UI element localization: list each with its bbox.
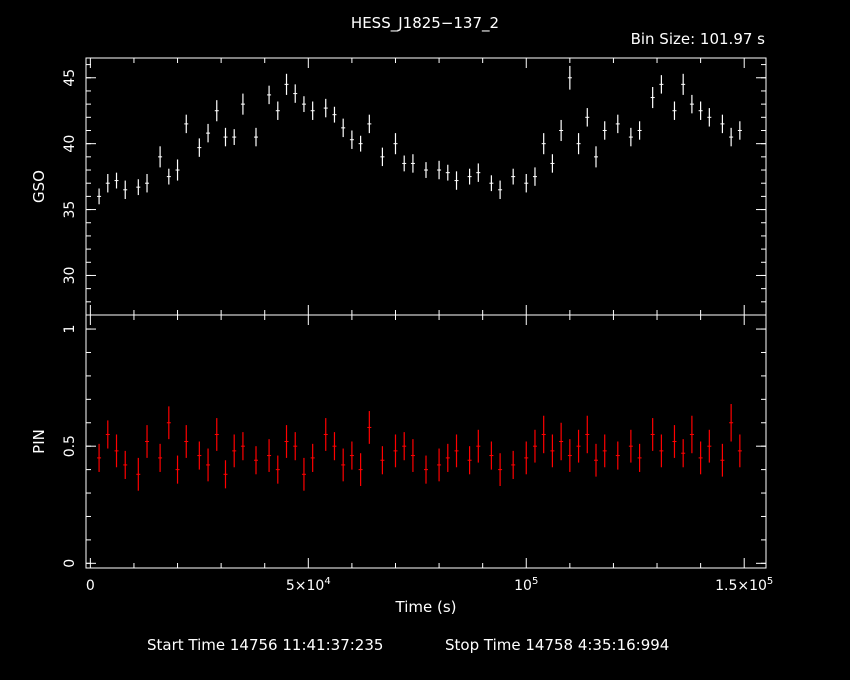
pin-ytick-label: 0.5	[62, 435, 78, 457]
xtick-label: 105	[514, 576, 538, 594]
xlabel: Time (s)	[395, 598, 457, 616]
xtick-label: 5×104	[286, 576, 331, 594]
pin-ylabel: PIN	[30, 429, 48, 454]
gso-ytick-label: 30	[62, 267, 78, 285]
pin-ytick-label: 1	[62, 325, 78, 334]
xtick-label: 1.5×105	[715, 576, 773, 594]
gso-frame	[85, 57, 767, 316]
light-curve-plot: 30 35 40 45 GSO 0 0.5 1 PIN 0 5×104 105 1.5×105 Time…	[30, 57, 773, 616]
xtick-label: 0	[86, 578, 95, 594]
gso-ytick-label: 45	[62, 69, 78, 87]
gso-ytick-label: 40	[62, 135, 78, 153]
start-time-label: Start Time 14756 11:41:37:235	[147, 636, 384, 654]
bin-size-label: Bin Size: 101.97 s	[630, 30, 765, 48]
gso-ylabel: GSO	[30, 170, 48, 203]
pin-panel: 0 0.5 1 PIN 0 5×104 105 1.5×105 Time (s)	[30, 314, 773, 616]
stop-time-label: Stop Time 14758 4:35:16:994	[445, 636, 670, 654]
gso-panel: 30 35 40 45 GSO	[30, 57, 767, 316]
pin-ytick-label: 0	[62, 559, 78, 568]
gso-ytick-label: 35	[62, 201, 78, 219]
